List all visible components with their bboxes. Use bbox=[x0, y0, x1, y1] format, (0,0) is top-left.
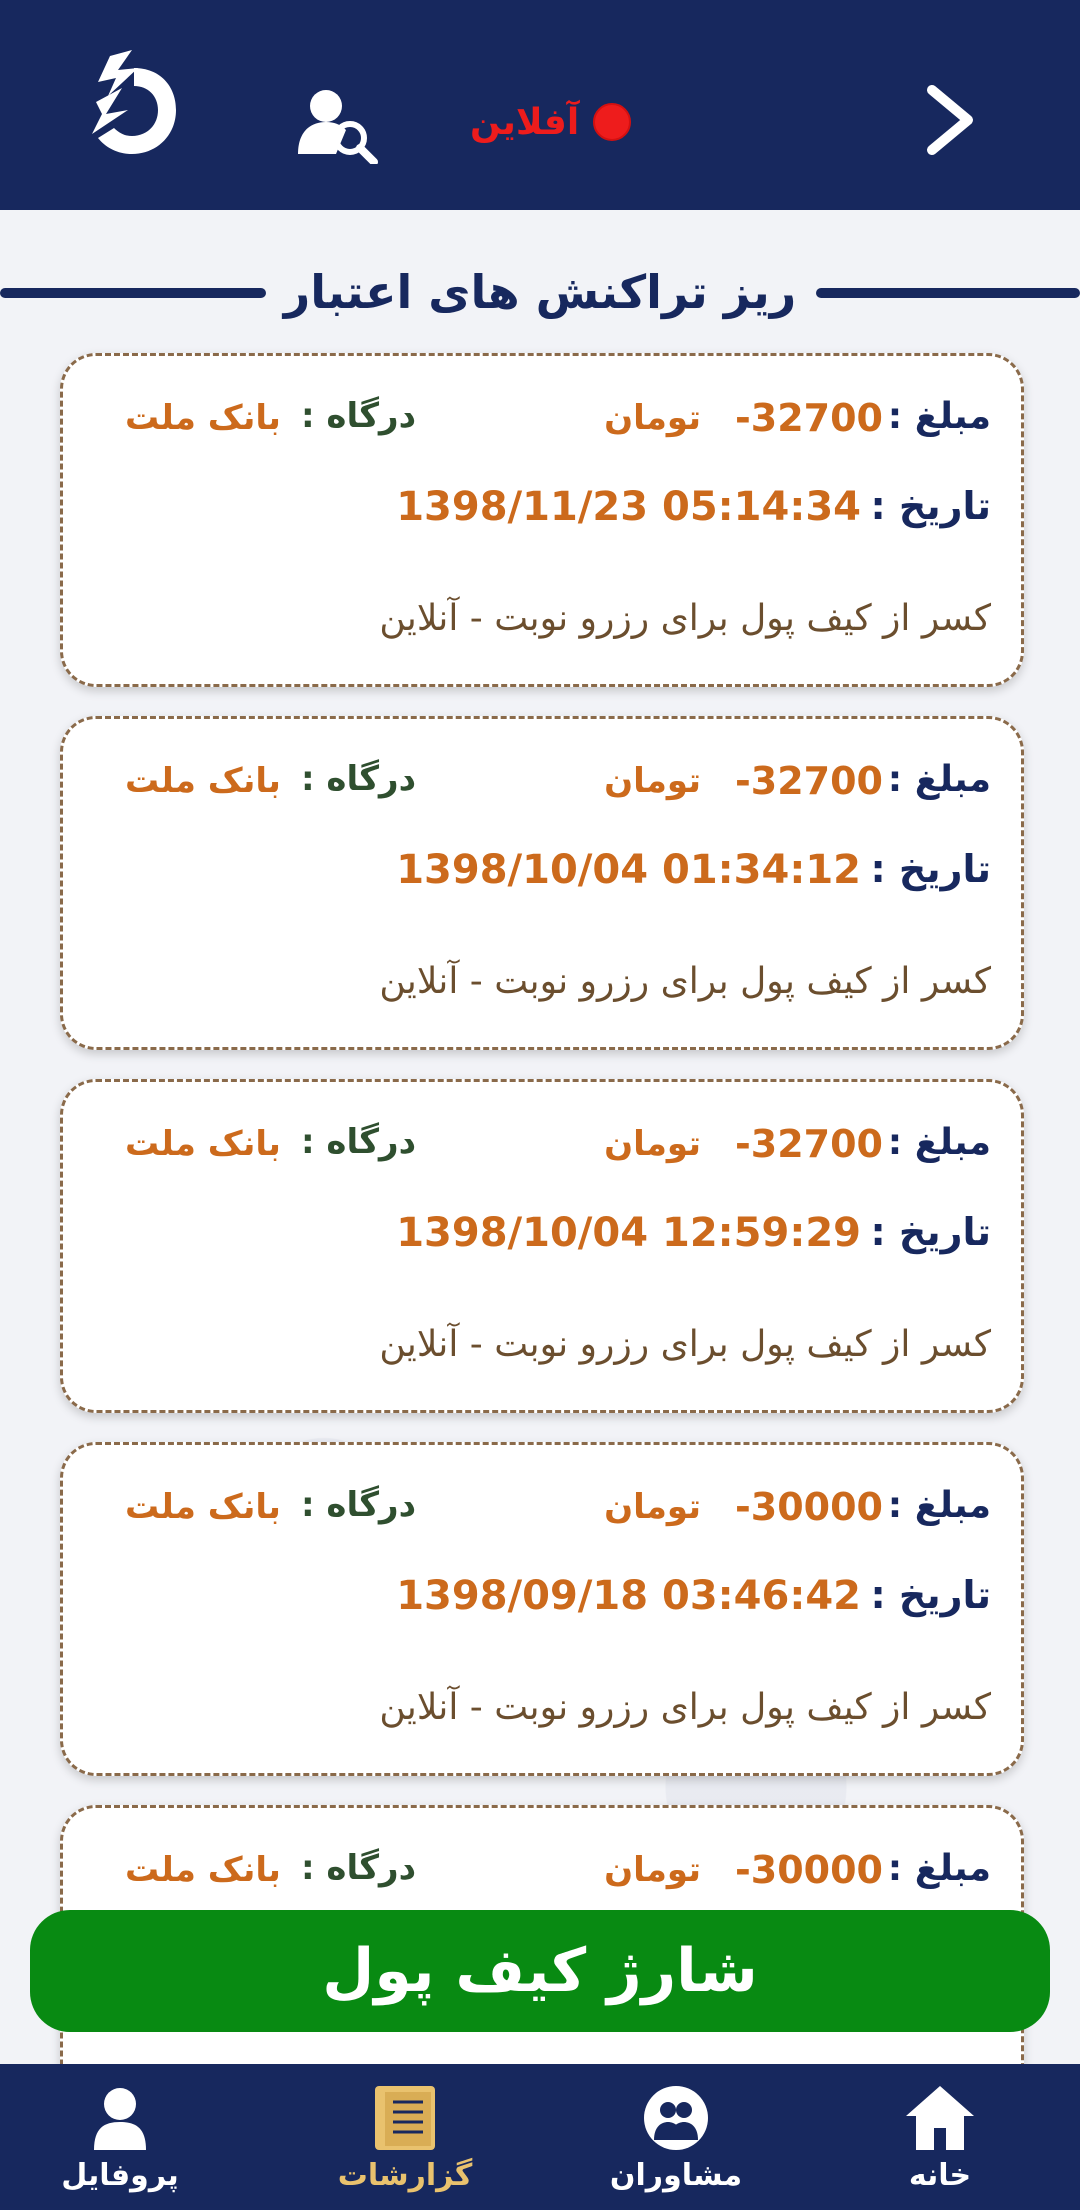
amount-label: مبلغ : bbox=[887, 396, 991, 437]
transaction-description: کسر از کیف پول برای رزرو نوبت - آنلاین bbox=[379, 1324, 991, 1365]
amount-label: مبلغ : bbox=[887, 1122, 991, 1163]
transaction-card: مبلغ : -30000 تومان درگاه : بانک ملت تار… bbox=[60, 1442, 1024, 1776]
amount-value: -32700 bbox=[735, 396, 883, 440]
gateway-value: بانک ملت bbox=[125, 1850, 281, 1890]
nav-label-reports: گزارشات bbox=[337, 2158, 473, 2193]
currency-label: تومان bbox=[604, 1487, 701, 1527]
date-value: 1398/10/04 12:59:29 bbox=[396, 1210, 861, 1256]
profile-icon bbox=[94, 2088, 146, 2150]
gateway-label: درگاه : bbox=[301, 1122, 417, 1162]
gateway-value: بانک ملت bbox=[125, 398, 281, 438]
gateway-label: درگاه : bbox=[301, 1485, 417, 1525]
transaction-card: مبلغ : -32700 تومان درگاه : بانک ملت تار… bbox=[60, 716, 1024, 1050]
reports-icon bbox=[375, 2086, 435, 2150]
gateway-value: بانک ملت bbox=[125, 761, 281, 801]
bottom-nav: پروفایل گزارشات مشاوران خانه bbox=[0, 2064, 1080, 2210]
nav-item-home[interactable]: خانه bbox=[820, 2064, 1060, 2210]
amount-value: -32700 bbox=[735, 759, 883, 803]
top-bar: آفلاین bbox=[0, 0, 1080, 210]
currency-label: تومان bbox=[604, 1850, 701, 1890]
currency-label: تومان bbox=[604, 398, 701, 438]
amount-label: مبلغ : bbox=[887, 1848, 991, 1889]
transaction-description: کسر از کیف پول برای رزرو نوبت - آنلاین bbox=[379, 598, 991, 639]
date-value: 1398/11/23 05:14:34 bbox=[396, 484, 861, 530]
user-search-icon[interactable] bbox=[296, 86, 378, 164]
nav-item-profile[interactable]: پروفایل bbox=[0, 2064, 240, 2210]
title-divider-right bbox=[816, 288, 1080, 298]
section-header: ریز تراکنش های اعتبار bbox=[0, 252, 1080, 332]
transaction-card: مبلغ : -32700 تومان درگاه : بانک ملت تار… bbox=[60, 1079, 1024, 1413]
page-title: ریز تراکنش های اعتبار bbox=[283, 265, 797, 319]
gateway-value: بانک ملت bbox=[125, 1487, 281, 1527]
nav-item-consultants[interactable]: مشاوران bbox=[556, 2064, 796, 2210]
currency-label: تومان bbox=[604, 1124, 701, 1164]
status-text: آفلاین bbox=[470, 101, 580, 143]
amount-value: -30000 bbox=[735, 1848, 883, 1892]
transaction-card: مبلغ : -32700 تومان درگاه : بانک ملت تار… bbox=[60, 353, 1024, 687]
transaction-description: کسر از کیف پول برای رزرو نوبت - آنلاین bbox=[379, 1687, 991, 1728]
connection-status: آفلاین bbox=[470, 92, 632, 152]
charge-wallet-button[interactable]: شارژ کیف پول bbox=[30, 1910, 1050, 2032]
date-label: تاریخ : bbox=[870, 1573, 992, 1617]
date-label: تاریخ : bbox=[870, 484, 992, 528]
title-divider-left bbox=[0, 288, 266, 298]
gateway-label: درگاه : bbox=[301, 1848, 417, 1888]
status-dot-icon bbox=[593, 103, 632, 141]
date-value: 1398/10/04 01:34:12 bbox=[396, 847, 861, 893]
date-label: تاریخ : bbox=[870, 1210, 992, 1254]
chevron-right-icon[interactable] bbox=[922, 84, 978, 156]
date-value: 1398/09/18 03:46:42 bbox=[396, 1573, 861, 1619]
app-logo-icon[interactable] bbox=[88, 48, 180, 160]
date-label: تاریخ : bbox=[870, 847, 992, 891]
transaction-description: کسر از کیف پول برای رزرو نوبت - آنلاین bbox=[379, 961, 991, 1002]
gateway-label: درگاه : bbox=[301, 396, 417, 436]
nav-item-reports[interactable]: گزارشات bbox=[285, 2064, 525, 2210]
amount-label: مبلغ : bbox=[887, 1485, 991, 1526]
gateway-value: بانک ملت bbox=[125, 1124, 281, 1164]
amount-label: مبلغ : bbox=[887, 759, 991, 800]
home-icon bbox=[906, 2086, 974, 2150]
nav-label-home: خانه bbox=[908, 2158, 972, 2193]
amount-value: -30000 bbox=[735, 1485, 883, 1529]
amount-value: -32700 bbox=[735, 1122, 883, 1166]
nav-label-consultants: مشاوران bbox=[609, 2158, 743, 2193]
gateway-label: درگاه : bbox=[301, 759, 417, 799]
nav-label-profile: پروفایل bbox=[61, 2158, 179, 2193]
currency-label: تومان bbox=[604, 761, 701, 801]
consultants-icon bbox=[644, 2086, 708, 2150]
